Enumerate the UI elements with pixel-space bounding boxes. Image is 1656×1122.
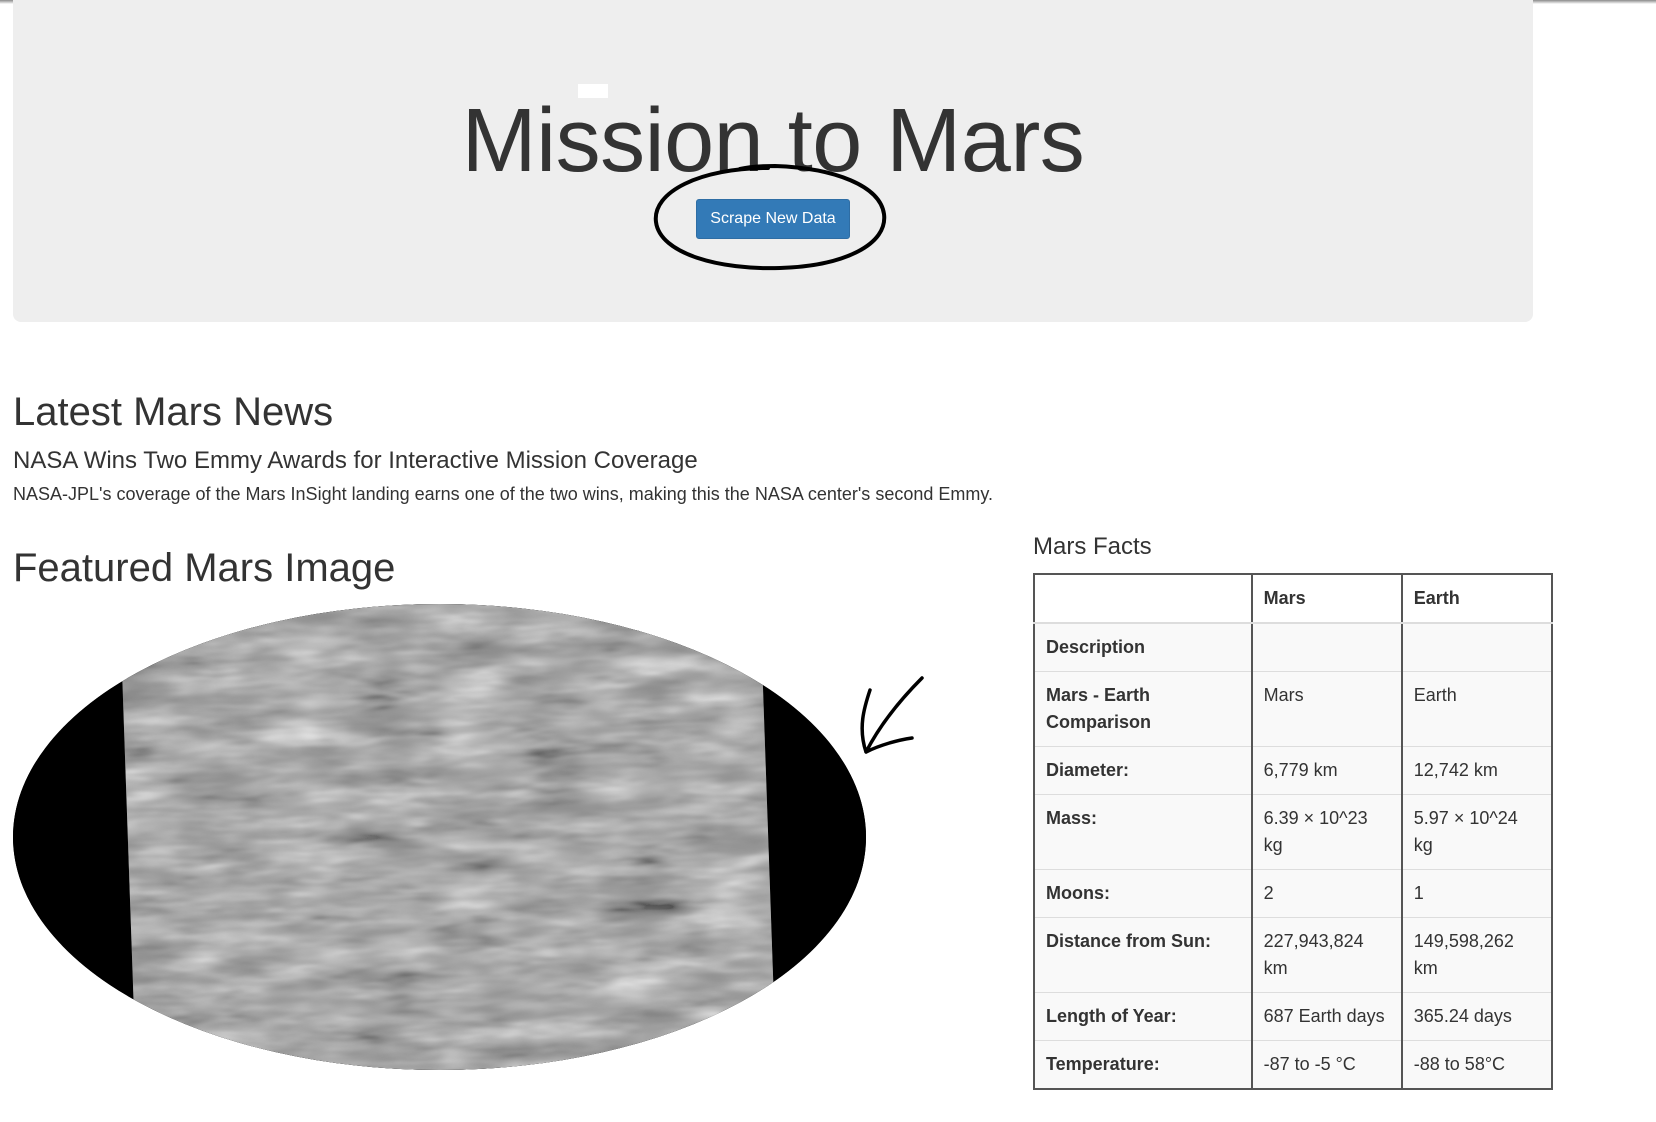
facts-row-label: Moons: [1033, 869, 1253, 918]
facts-earth-value: 365.24 days [1400, 992, 1554, 1041]
facts-row-label: Mass: [1033, 794, 1253, 870]
page-title: Mission to Mars [461, 91, 1085, 191]
facts-col-blank [1033, 573, 1253, 624]
facts-mars-value: 2 [1250, 869, 1403, 918]
mars-dune-image [13, 604, 866, 1070]
facts-row-label: Description [1033, 622, 1253, 672]
facts-mars-value: 6.39 × 10^23 kg [1250, 794, 1403, 870]
facts-mars-value: 227,943,824 km [1250, 917, 1403, 993]
news-title: NASA Wins Two Emmy Awards for Interactiv… [13, 447, 698, 474]
facts-row-label: Length of Year: [1033, 992, 1253, 1041]
facts-row-label: Mars - Earth Comparison [1033, 671, 1253, 747]
facts-earth-value: 1 [1400, 869, 1554, 918]
facts-col-mars: Mars [1250, 573, 1403, 624]
facts-earth-value: 149,598,262 km [1400, 917, 1554, 993]
scrape-new-data-button[interactable]: Scrape New Data [696, 199, 850, 239]
facts-mars-value: -87 to -5 °C [1250, 1040, 1403, 1090]
facts-earth-value: Earth [1400, 671, 1554, 747]
news-teaser: NASA-JPL's coverage of the Mars InSight … [13, 484, 994, 504]
facts-earth-value: 5.97 × 10^24 kg [1400, 794, 1554, 870]
facts-earth-value [1400, 622, 1554, 672]
featured-image-heading: Featured Mars Image [13, 546, 396, 590]
facts-row: Temperature: -87 to -5 °C -88 to 58°C [1033, 1040, 1554, 1090]
facts-row: Description [1033, 622, 1554, 672]
facts-col-earth: Earth [1400, 573, 1554, 624]
arrow-annotation [860, 676, 924, 754]
facts-row: Mars - Earth Comparison Mars Earth [1033, 671, 1554, 747]
facts-mars-value: 687 Earth days [1250, 992, 1403, 1041]
facts-header-row: Mars Earth [1033, 573, 1554, 624]
facts-row: Mass: 6.39 × 10^23 kg 5.97 × 10^24 kg [1033, 794, 1554, 870]
facts-row: Length of Year: 687 Earth days 365.24 da… [1033, 992, 1554, 1041]
mars-facts-heading: Mars Facts [1033, 533, 1152, 560]
facts-mars-value: 6,779 km [1250, 746, 1403, 795]
latest-news-heading: Latest Mars News [13, 390, 334, 434]
facts-row: Distance from Sun: 227,943,824 km 149,59… [1033, 917, 1554, 993]
facts-row-label: Distance from Sun: [1033, 917, 1253, 993]
mars-facts-table: Mars Earth Description Mars - Earth Comp… [1033, 573, 1554, 1090]
facts-row-label: Diameter: [1033, 746, 1253, 795]
facts-row: Diameter: 6,779 km 12,742 km [1033, 746, 1554, 795]
featured-mars-image [13, 604, 866, 1070]
facts-earth-value: 12,742 km [1400, 746, 1554, 795]
facts-earth-value: -88 to 58°C [1400, 1040, 1554, 1090]
facts-row: Moons: 2 1 [1033, 869, 1554, 918]
facts-mars-value: Mars [1250, 671, 1403, 747]
facts-row-label: Temperature: [1033, 1040, 1253, 1090]
facts-mars-value [1250, 622, 1403, 672]
